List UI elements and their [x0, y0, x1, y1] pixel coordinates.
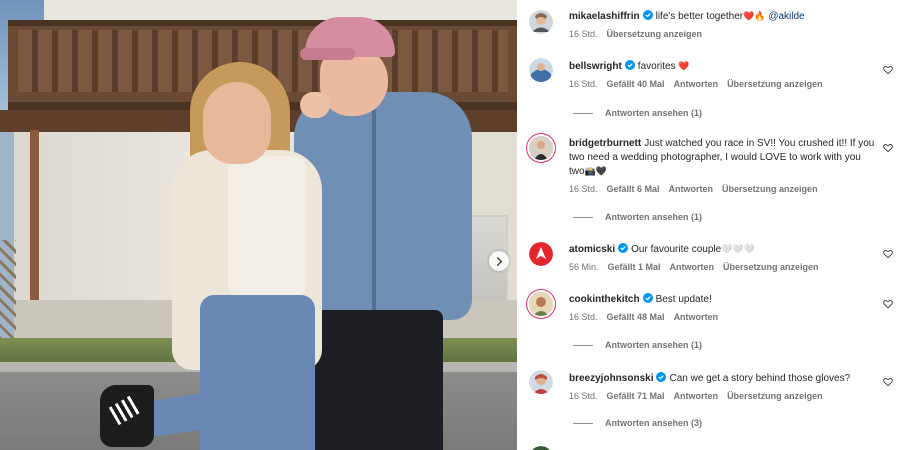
heart-outline-icon[interactable]: [883, 299, 893, 309]
comment-time: 56 Min.: [569, 262, 599, 272]
view-replies-link[interactable]: Antworten ansehen (1): [573, 108, 702, 118]
likes-count[interactable]: Gefällt 1 Mal: [608, 262, 661, 272]
username[interactable]: breezyjohnsonski: [569, 373, 653, 384]
woman-face: [203, 82, 271, 164]
username[interactable]: cookinthekitch: [569, 294, 640, 305]
view-replies-label: Antworten ansehen (1): [605, 340, 703, 350]
comment-text: Can we get a story behind those gloves?: [669, 373, 851, 384]
avatar[interactable]: [529, 242, 553, 266]
reply-link[interactable]: Antworten: [674, 312, 719, 322]
replies-line: [573, 216, 593, 218]
view-replies-label: Antworten ansehen (1): [605, 212, 703, 222]
comment-meta: 56 Min. Gefällt 1 Mal Antworten Übersetzung…: [569, 260, 879, 274]
reply-link[interactable]: Antworten: [669, 184, 714, 194]
likes-count[interactable]: Gefällt 48 Mal: [607, 312, 665, 322]
reply-link[interactable]: Antworten: [670, 262, 715, 272]
verified-badge-icon: [618, 243, 629, 253]
cap-brim: [300, 48, 355, 60]
comment-emoji: ❤️🔥: [743, 12, 766, 22]
heart-outline-icon[interactable]: [883, 65, 893, 75]
replies-line: [573, 344, 593, 346]
username[interactable]: atomicski: [569, 244, 615, 255]
post-photo[interactable]: [0, 0, 517, 450]
jacket-zipper: [372, 110, 376, 315]
heart-outline-icon[interactable]: [883, 143, 893, 153]
carousel-next-button[interactable]: [489, 251, 509, 271]
comment-emoji: 📸🖤: [584, 167, 607, 177]
translate-link[interactable]: Übersetzung anzeigen: [722, 184, 818, 194]
view-replies-link[interactable]: Antworten ansehen (1): [573, 212, 702, 222]
comment-time: 16 Std.: [569, 184, 598, 194]
replies-line: [573, 112, 593, 114]
translate-link[interactable]: Übersetzung anzeigen: [607, 29, 703, 39]
username[interactable]: bridgetrburnett: [569, 138, 641, 149]
mention-link[interactable]: @akilde: [768, 11, 804, 22]
view-replies-label: Antworten ansehen (3): [605, 418, 703, 428]
view-replies-label: Antworten ansehen (1): [605, 108, 703, 118]
replies-line: [573, 422, 593, 424]
woman-sweater: [228, 156, 306, 296]
avatar[interactable]: [529, 10, 553, 34]
comment-meta: 16 Std. Gefällt 48 Mal Antworten: [569, 310, 879, 324]
heart-outline-icon[interactable]: [883, 377, 893, 387]
man-pants: [308, 310, 443, 450]
atomic-logo: [529, 242, 553, 266]
hand-on-shoulder: [300, 92, 330, 118]
translate-link[interactable]: Übersetzung anzeigen: [727, 391, 823, 401]
comment-time: 16 Std.: [569, 312, 598, 322]
username[interactable]: bellswright: [569, 61, 622, 72]
reply-link[interactable]: Antworten: [674, 391, 719, 401]
comments-panel: mikaelashiffrin life's better together❤️🔥…: [517, 0, 900, 450]
verified-badge-icon: [624, 60, 635, 70]
comment-meta: 16 Std. Übersetzung anzeigen: [569, 27, 879, 41]
comment-text: favorites: [637, 61, 676, 72]
chevron-right-icon: [496, 256, 502, 266]
likes-count[interactable]: Gefällt 40 Mal: [607, 79, 665, 89]
fence: [0, 240, 16, 340]
comment-emoji: 🤍🤍🤍: [721, 245, 755, 255]
comment-time: 16 Std.: [569, 29, 598, 39]
comment-emoji: ❤️: [678, 62, 690, 72]
comment-text: Best update!: [655, 294, 712, 305]
verified-badge-icon: [656, 372, 667, 382]
comment-meta: 16 Std. Gefällt 40 Mal Antworten Übersetzun…: [569, 77, 879, 91]
verified-badge-icon: [642, 10, 653, 20]
avatar-next-comment[interactable]: [529, 446, 553, 450]
avatar[interactable]: [529, 58, 553, 82]
translate-link[interactable]: Übersetzung anzeigen: [727, 79, 823, 89]
comment-text: Our favourite couple: [631, 244, 722, 255]
reply-link[interactable]: Antworten: [674, 79, 719, 89]
comment-text: life's better together: [655, 11, 744, 22]
avatar[interactable]: [529, 292, 553, 316]
comment-time: 16 Std.: [569, 391, 598, 401]
username[interactable]: mikaelashiffrin: [569, 11, 640, 22]
view-replies-link[interactable]: Antworten ansehen (1): [573, 340, 702, 350]
likes-count[interactable]: Gefällt 71 Mal: [607, 391, 665, 401]
heart-outline-icon[interactable]: [883, 249, 893, 259]
avatar[interactable]: [529, 370, 553, 394]
comment-time: 16 Std.: [569, 79, 598, 89]
comment-meta: 16 Std. Gefällt 6 Mal Antworten Übersetzung…: [569, 182, 879, 196]
verified-badge-icon: [642, 293, 653, 303]
view-replies-link[interactable]: Antworten ansehen (3): [573, 418, 702, 428]
comment-meta: 16 Std. Gefällt 71 Mal Antworten Übersetzun…: [569, 389, 879, 403]
translate-link[interactable]: Übersetzung anzeigen: [723, 262, 819, 272]
avatar[interactable]: [529, 136, 553, 160]
likes-count[interactable]: Gefällt 6 Mal: [607, 184, 660, 194]
